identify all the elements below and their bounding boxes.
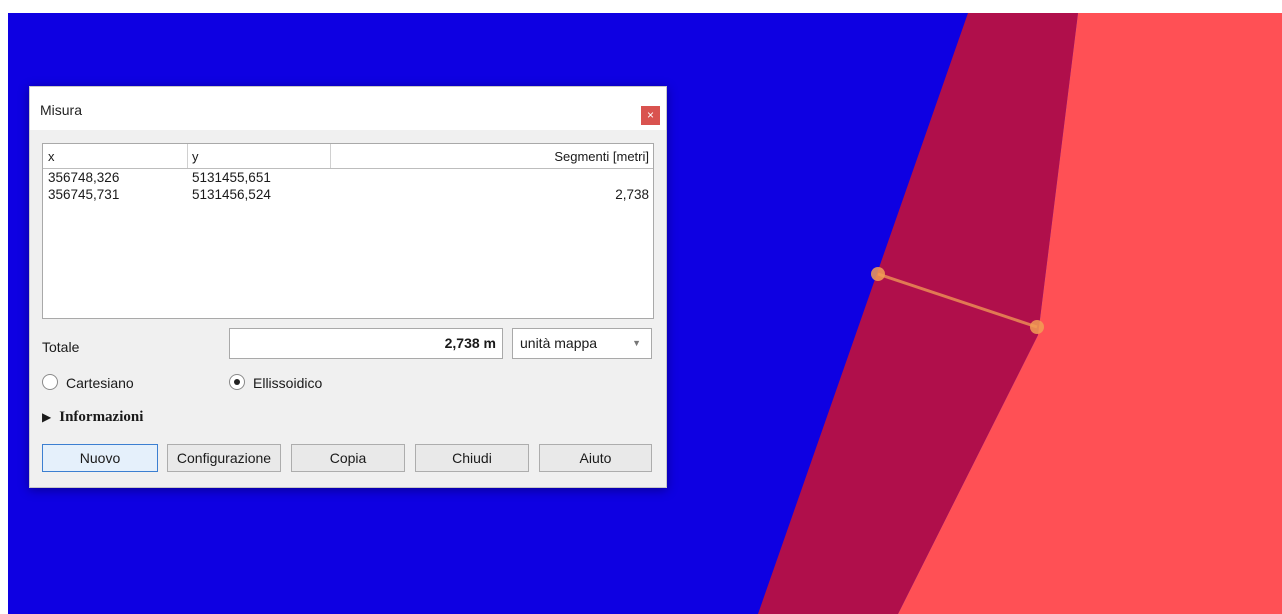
cell-x: 356748,326 (48, 170, 120, 185)
close-dialog-button[interactable]: Chiudi (415, 444, 529, 472)
radio-cartesiano[interactable]: Cartesiano (42, 374, 182, 394)
dialog-title: Misura (40, 102, 83, 118)
settings-button[interactable]: Configurazione (167, 444, 281, 472)
radio-label: Cartesiano (66, 375, 134, 391)
header-divider (330, 144, 331, 168)
table-header: x y Segmenti [metri] (43, 144, 653, 169)
total-label: Totale (42, 339, 80, 355)
coordinates-table[interactable]: x y Segmenti [metri] 356748,326 5131455,… (42, 143, 654, 319)
measure-dialog: Misura × x y Segmenti [metri] 356748,326… (29, 86, 667, 488)
radio-label: Ellissoidico (253, 375, 323, 391)
close-icon: × (646, 108, 654, 122)
table-row[interactable]: 356748,326 5131455,651 (43, 170, 653, 186)
header-y[interactable]: y (192, 149, 199, 164)
unit-select-value: unità mappa (520, 335, 598, 351)
header-segments[interactable]: Segmenti [metri] (554, 149, 649, 164)
measure-vertex (1030, 320, 1044, 334)
radio-circle-icon (42, 374, 58, 390)
new-button[interactable]: Nuovo (42, 444, 158, 472)
cell-y: 5131455,651 (192, 170, 271, 185)
radio-ellissoidico[interactable]: Ellissoidico (229, 374, 369, 394)
dialog-titlebar[interactable]: Misura × (30, 87, 666, 130)
expand-arrow-icon: ▶ (42, 410, 52, 424)
info-label: Informazioni (59, 409, 144, 425)
unit-select[interactable]: unità mappa ▼ (512, 328, 652, 359)
total-value-field: 2,738 m (229, 328, 503, 359)
cell-x: 356745,731 (48, 187, 120, 202)
radio-checked-icon (229, 374, 245, 390)
copy-button[interactable]: Copia (291, 444, 405, 472)
table-row[interactable]: 356745,731 5131456,524 2,738 (43, 187, 653, 203)
info-expander[interactable]: ▶ Informazioni (42, 409, 143, 426)
help-button[interactable]: Aiuto (539, 444, 652, 472)
cell-y: 5131456,524 (192, 187, 271, 202)
header-divider (187, 144, 188, 168)
measure-vertex (871, 267, 885, 281)
header-x[interactable]: x (48, 149, 55, 164)
chevron-down-icon: ▼ (632, 338, 641, 348)
cell-segment: 2,738 (615, 187, 649, 202)
close-button[interactable]: × (641, 106, 660, 125)
